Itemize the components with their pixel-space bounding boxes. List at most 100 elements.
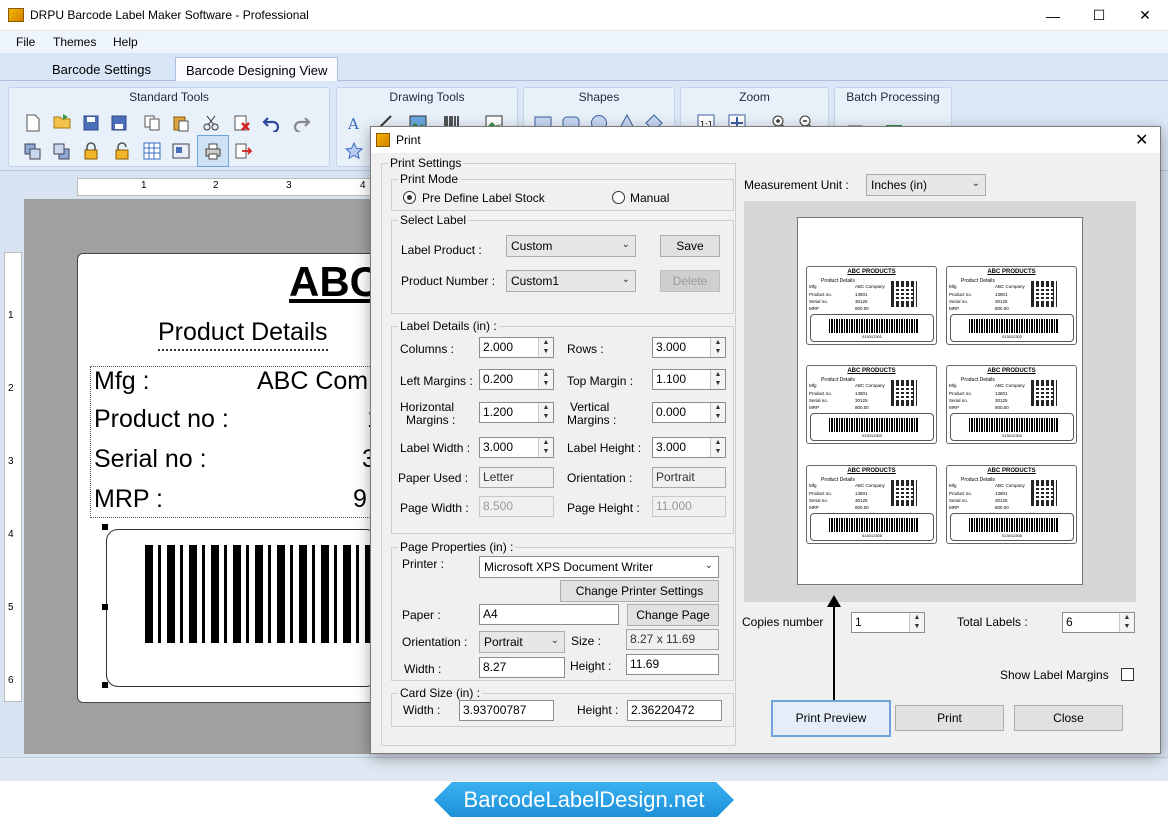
- print-button[interactable]: Print: [895, 705, 1004, 731]
- bring-front-icon[interactable]: [24, 143, 42, 161]
- product-number-select[interactable]: Custom1 ⌄: [506, 270, 636, 292]
- width-field[interactable]: 8.27: [479, 657, 565, 678]
- preview-row-key: Product no.: [949, 491, 973, 496]
- new-file-icon[interactable]: [24, 114, 42, 132]
- ruler-tick: 1: [141, 180, 147, 191]
- left-margins-spinner[interactable]: 0.200 ▲ ▼: [479, 369, 554, 390]
- design-label-subtitle[interactable]: Product Details: [158, 318, 328, 351]
- export-icon[interactable]: [234, 142, 252, 160]
- preview-label-title: ABC PRODUCTS: [987, 468, 1036, 474]
- card-properties-icon[interactable]: [172, 142, 190, 160]
- printer-select[interactable]: Microsoft XPS Document Writer ⌄: [479, 556, 719, 578]
- selection-handle[interactable]: [102, 682, 108, 688]
- spin-arrows-icon[interactable]: ▲ ▼: [710, 438, 725, 457]
- predefine-radio[interactable]: [403, 191, 416, 204]
- close-window-button[interactable]: ✕: [1122, 0, 1168, 31]
- horizontal-ruler: 1 2 3 4: [77, 178, 377, 196]
- ruler-tick: 3: [286, 180, 292, 191]
- preview-row-key: MRP: [949, 405, 959, 410]
- vertical-margins-spinner[interactable]: 0.000 ▲ ▼: [652, 402, 726, 423]
- total-labels-spinner[interactable]: 6 ▲ ▼: [1062, 612, 1135, 633]
- save-button[interactable]: Save: [660, 235, 720, 257]
- change-printer-settings-button[interactable]: Change Printer Settings: [560, 580, 719, 602]
- design-label-card[interactable]: ABC Product Details Mfg : ABC Com Produc…: [77, 253, 381, 703]
- chevron-down-icon: ⌄: [704, 560, 713, 571]
- spin-arrows-icon[interactable]: ▲ ▼: [538, 438, 553, 457]
- star-tool-icon[interactable]: [345, 142, 363, 160]
- orientation-label: Orientation :: [567, 471, 633, 485]
- selection-handle[interactable]: [102, 524, 108, 530]
- preview-row-key: Mfg: [949, 483, 957, 488]
- total-labels-label: Total Labels :: [957, 615, 1028, 629]
- tab-barcode-settings[interactable]: Barcode Settings: [42, 57, 161, 81]
- print-tool-selected[interactable]: [197, 135, 229, 167]
- chevron-down-icon: ⌄: [621, 239, 630, 250]
- horizontal-margins-value: 1.200: [483, 405, 514, 419]
- preview-barcode-bars: [829, 319, 919, 333]
- minimize-button[interactable]: —: [1030, 0, 1076, 31]
- paper-field[interactable]: A4: [479, 604, 619, 625]
- copies-number-spinner[interactable]: 1 ▲ ▼: [851, 612, 925, 633]
- preview-row-value: ABC Company: [995, 284, 1025, 289]
- design-details-box[interactable]: Mfg : ABC Com Product no : 1 Serial no :…: [90, 366, 381, 518]
- close-button[interactable]: Close: [1014, 705, 1123, 731]
- undo-icon[interactable]: [262, 114, 280, 132]
- label-width-label: Label Width :: [400, 441, 471, 455]
- delete-button[interactable]: Delete: [660, 270, 720, 292]
- paste-icon[interactable]: [172, 114, 190, 132]
- chevron-down-icon: ⌄: [550, 635, 559, 646]
- measurement-unit-select[interactable]: Inches (in) ⌄: [866, 174, 986, 196]
- menu-help[interactable]: Help: [113, 35, 138, 49]
- menu-themes[interactable]: Themes: [53, 35, 96, 49]
- delete-icon[interactable]: [233, 114, 251, 132]
- spin-arrows-icon[interactable]: ▲ ▼: [1119, 613, 1134, 632]
- design-barcode-box[interactable]: [106, 529, 378, 687]
- manual-radio[interactable]: [612, 191, 625, 204]
- spin-arrows-icon[interactable]: ▲ ▼: [909, 613, 924, 632]
- preview-row-value: 30125: [995, 299, 1008, 304]
- design-label-title[interactable]: ABC: [289, 258, 380, 306]
- change-page-button[interactable]: Change Page: [627, 604, 719, 626]
- cut-icon[interactable]: [202, 114, 220, 132]
- print-settings-legend: Print Settings: [390, 156, 462, 170]
- card-width-field[interactable]: 3.93700787: [459, 700, 554, 721]
- copy-icon[interactable]: [143, 114, 161, 132]
- text-tool-icon[interactable]: A: [345, 114, 363, 132]
- page-width-field: 8.500: [479, 496, 554, 517]
- height-field[interactable]: 11.69: [626, 654, 719, 675]
- menu-file[interactable]: File: [16, 35, 35, 49]
- top-margin-spinner[interactable]: 1.100 ▲ ▼: [652, 369, 726, 390]
- redo-icon[interactable]: [293, 114, 311, 132]
- tab-barcode-designing-view[interactable]: Barcode Designing View: [175, 57, 339, 81]
- spin-arrows-icon[interactable]: ▲ ▼: [538, 338, 553, 357]
- columns-spinner[interactable]: 2.000 ▲ ▼: [479, 337, 554, 358]
- unlock-icon[interactable]: [113, 142, 131, 160]
- spin-arrows-icon[interactable]: ▲ ▼: [710, 338, 725, 357]
- save-as-icon[interactable]: [110, 114, 128, 132]
- show-label-margins-checkbox[interactable]: [1121, 668, 1134, 681]
- save-icon[interactable]: [82, 114, 100, 132]
- maximize-button[interactable]: ☐: [1076, 0, 1122, 31]
- grid-icon[interactable]: [143, 142, 161, 160]
- selection-handle[interactable]: [102, 604, 108, 610]
- spin-arrows-icon[interactable]: ▲ ▼: [710, 403, 725, 422]
- preview-barcode-box: 013012302: [950, 314, 1074, 342]
- open-folder-icon[interactable]: [53, 112, 71, 130]
- label-product-select[interactable]: Custom ⌄: [506, 235, 636, 257]
- spin-arrows-icon[interactable]: ▲ ▼: [538, 403, 553, 422]
- spin-arrows-icon[interactable]: ▲ ▼: [538, 370, 553, 389]
- spin-arrows-icon[interactable]: ▲ ▼: [710, 370, 725, 389]
- label-width-spinner[interactable]: 3.000 ▲ ▼: [479, 437, 554, 458]
- lock-icon[interactable]: [82, 142, 100, 160]
- horizontal-margins-spinner[interactable]: 1.200 ▲ ▼: [479, 402, 554, 423]
- dialog-close-icon[interactable]: ✕: [1135, 130, 1148, 150]
- card-height-field[interactable]: 2.36220472: [627, 700, 722, 721]
- label-height-spinner[interactable]: 3.000 ▲ ▼: [652, 437, 726, 458]
- orientation2-select[interactable]: Portrait ⌄: [479, 631, 565, 653]
- rows-spinner[interactable]: 3.000 ▲ ▼: [652, 337, 726, 358]
- website-banner: BarcodeLabelDesign.net: [434, 782, 734, 817]
- send-back-icon[interactable]: [53, 143, 71, 161]
- preview-row-key: Product no.: [809, 391, 833, 396]
- size-field: 8.27 x 11.69: [626, 629, 719, 650]
- print-preview-button[interactable]: Print Preview: [771, 700, 891, 737]
